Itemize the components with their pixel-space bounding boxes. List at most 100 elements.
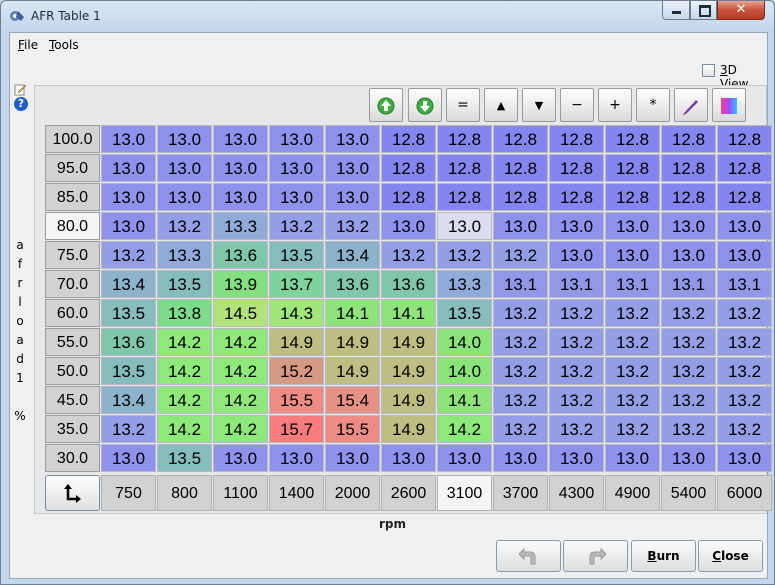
table-cell[interactable]: 13.5 [437, 299, 492, 327]
table-cell[interactable]: 14.2 [213, 386, 268, 414]
title-bar[interactable]: AFR Table 1 ✕ [1, 1, 774, 31]
load-bin-header[interactable]: 70.0 [45, 270, 100, 298]
table-cell[interactable]: 12.8 [605, 154, 660, 182]
rpm-bin-header[interactable]: 3700 [493, 475, 548, 511]
load-bin-header[interactable]: 100.0 [45, 125, 100, 153]
table-cell[interactable]: 14.2 [157, 415, 212, 443]
table-cell[interactable]: 13.0 [717, 241, 772, 269]
table-cell[interactable]: 14.5 [213, 299, 268, 327]
table-cell[interactable]: 13.0 [661, 444, 716, 472]
table-cell[interactable]: 12.8 [437, 183, 492, 211]
table-cell[interactable]: 14.2 [157, 357, 212, 385]
table-cell[interactable]: 13.2 [325, 212, 380, 240]
table-cell[interactable]: 13.2 [549, 328, 604, 356]
table-cell[interactable]: 13.2 [661, 357, 716, 385]
table-cell[interactable]: 13.2 [157, 212, 212, 240]
table-cell[interactable]: 12.8 [493, 154, 548, 182]
table-cell[interactable]: 14.2 [157, 386, 212, 414]
table-cell[interactable]: 13.4 [101, 386, 156, 414]
table-cell[interactable]: 12.8 [381, 154, 436, 182]
table-cell[interactable]: 13.0 [101, 183, 156, 211]
table-cell[interactable]: 13.8 [157, 299, 212, 327]
3d-view-checkbox[interactable] [702, 64, 715, 77]
table-cell[interactable]: 13.1 [549, 270, 604, 298]
table-cell[interactable]: 13.1 [717, 270, 772, 298]
load-bin-header[interactable]: 55.0 [45, 328, 100, 356]
increment-button[interactable]: ▲ [484, 88, 518, 122]
table-cell[interactable]: 15.5 [325, 415, 380, 443]
table-cell[interactable]: 14.0 [437, 357, 492, 385]
table-cell[interactable]: 12.8 [549, 125, 604, 153]
table-cell[interactable]: 13.5 [157, 270, 212, 298]
smooth-brush-icon[interactable] [674, 88, 708, 122]
equals-button[interactable]: = [446, 88, 480, 122]
table-cell[interactable]: 13.6 [101, 328, 156, 356]
table-cell[interactable]: 13.0 [437, 444, 492, 472]
table-cell[interactable]: 13.2 [605, 415, 660, 443]
table-cell[interactable]: 13.0 [605, 241, 660, 269]
table-cell[interactable]: 12.8 [605, 125, 660, 153]
load-bin-header[interactable]: 30.0 [45, 444, 100, 472]
table-cell[interactable]: 13.2 [605, 386, 660, 414]
table-cell[interactable]: 13.2 [493, 241, 548, 269]
table-cell[interactable]: 14.9 [325, 357, 380, 385]
rpm-bin-header[interactable]: 750 [101, 475, 156, 511]
table-cell[interactable]: 13.4 [101, 270, 156, 298]
table-cell[interactable]: 12.8 [493, 125, 548, 153]
rpm-bin-header[interactable]: 4900 [605, 475, 660, 511]
table-cell[interactable]: 14.1 [325, 299, 380, 327]
table-cell[interactable]: 13.0 [101, 444, 156, 472]
table-cell[interactable]: 13.0 [717, 444, 772, 472]
table-cell[interactable]: 13.0 [549, 241, 604, 269]
table-cell[interactable]: 13.2 [493, 386, 548, 414]
table-cell[interactable]: 13.3 [213, 212, 268, 240]
table-cell[interactable]: 13.0 [269, 154, 324, 182]
table-cell[interactable]: 12.8 [661, 154, 716, 182]
table-cell[interactable]: 13.0 [717, 212, 772, 240]
add-button[interactable]: + [598, 88, 632, 122]
load-bin-header[interactable]: 80.0 [45, 212, 100, 240]
help-icon[interactable]: ? [14, 97, 28, 111]
table-cell[interactable]: 14.2 [213, 328, 268, 356]
rpm-bin-header[interactable]: 1100 [213, 475, 268, 511]
edit-notes-icon[interactable] [14, 83, 27, 96]
undo-burn-button[interactable] [496, 540, 561, 572]
table-cell[interactable]: 12.8 [549, 183, 604, 211]
table-cell[interactable]: 13.2 [661, 299, 716, 327]
table-cell[interactable]: 14.1 [437, 386, 492, 414]
table-cell[interactable]: 12.8 [605, 183, 660, 211]
table-cell[interactable]: 12.8 [381, 183, 436, 211]
table-cell[interactable]: 14.9 [381, 386, 436, 414]
decrement-button[interactable]: ▼ [522, 88, 556, 122]
table-cell[interactable]: 12.8 [549, 154, 604, 182]
table-cell[interactable]: 13.0 [101, 154, 156, 182]
table-cell[interactable]: 13.7 [269, 270, 324, 298]
table-cell[interactable]: 13.6 [325, 270, 380, 298]
redo-green-icon[interactable] [408, 88, 442, 122]
table-cell[interactable]: 12.8 [381, 125, 436, 153]
table-cell[interactable]: 14.9 [325, 328, 380, 356]
table-cell[interactable]: 15.4 [325, 386, 380, 414]
table-cell[interactable]: 14.9 [381, 415, 436, 443]
rpm-bin-header[interactable]: 800 [157, 475, 212, 511]
table-cell[interactable]: 13.2 [605, 357, 660, 385]
load-bin-header[interactable]: 50.0 [45, 357, 100, 385]
close-button[interactable]: Close [698, 540, 763, 572]
table-cell[interactable]: 13.0 [213, 183, 268, 211]
table-cell[interactable]: 13.0 [549, 444, 604, 472]
menu-tools[interactable]: Tools [49, 38, 79, 52]
table-cell[interactable]: 13.0 [661, 212, 716, 240]
minimize-button[interactable] [662, 1, 690, 20]
load-bin-header[interactable]: 85.0 [45, 183, 100, 211]
table-cell[interactable]: 13.2 [381, 241, 436, 269]
table-cell[interactable]: 13.0 [493, 212, 548, 240]
table-cell[interactable]: 13.4 [325, 241, 380, 269]
table-cell[interactable]: 13.2 [605, 299, 660, 327]
table-cell[interactable]: 13.1 [661, 270, 716, 298]
rpm-bin-header[interactable]: 3100 [437, 475, 492, 511]
table-cell[interactable]: 15.2 [269, 357, 324, 385]
table-cell[interactable]: 13.2 [493, 299, 548, 327]
table-cell[interactable]: 13.0 [213, 154, 268, 182]
load-bin-header[interactable]: 60.0 [45, 299, 100, 327]
table-cell[interactable]: 13.2 [549, 386, 604, 414]
